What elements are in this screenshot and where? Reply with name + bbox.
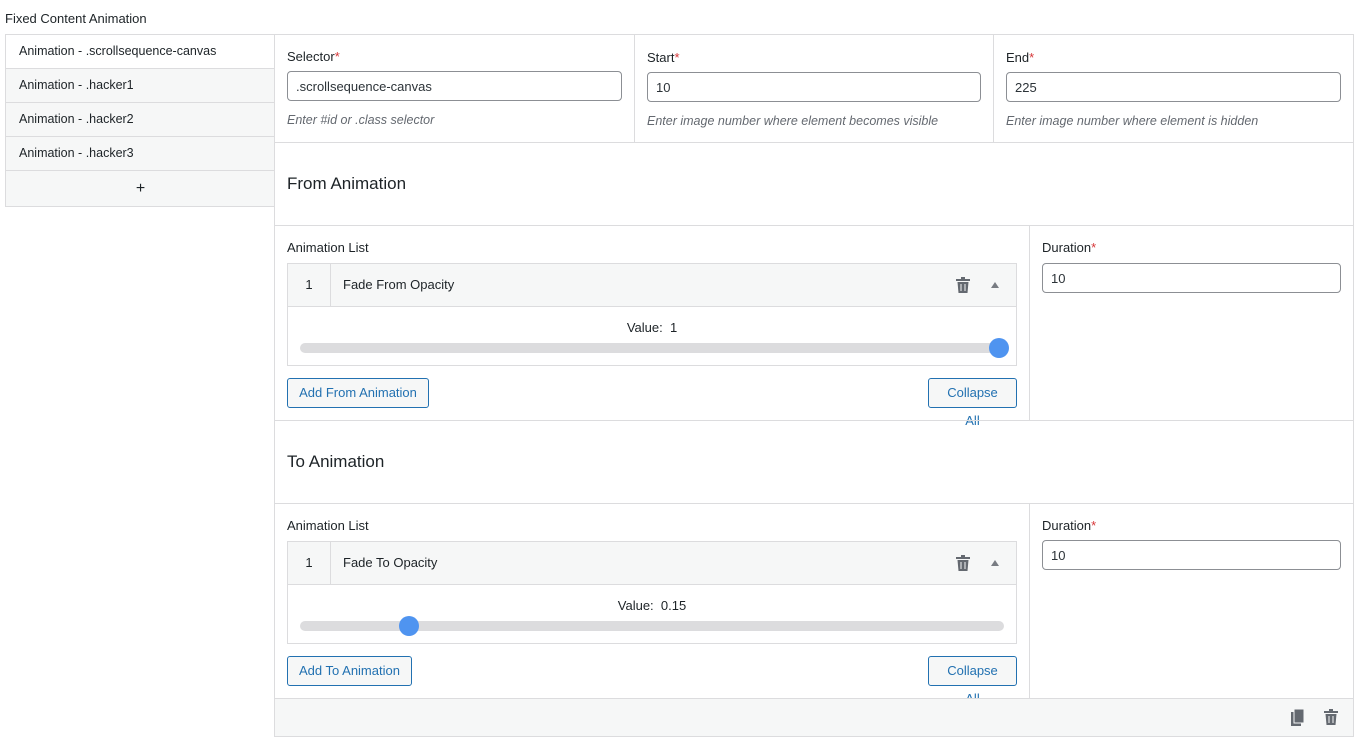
to-animation-item-header[interactable]: 1 Fade To Opacity — [288, 542, 1016, 585]
from-animation-item: 1 Fade From Opacity Value: 1 — [287, 263, 1017, 366]
add-to-animation-button[interactable]: Add To Animation — [287, 656, 412, 686]
from-duration-input[interactable] — [1042, 263, 1341, 293]
start-label: Start* — [647, 50, 680, 65]
to-animation-list-label: Animation List — [287, 518, 369, 533]
trash-icon[interactable] — [1324, 709, 1338, 725]
selector-label: Selector* — [287, 49, 340, 64]
start-input[interactable] — [647, 72, 981, 102]
to-value: 0.15 — [660, 598, 687, 613]
animation-tabs: Animation - .scrollsequence-canvas Anima… — [5, 34, 275, 207]
to-slider-thumb[interactable] — [399, 616, 420, 636]
to-animation-item: 1 Fade To Opacity Value: 0.15 — [287, 541, 1017, 644]
add-tab-button[interactable]: + — [6, 171, 275, 206]
caret-up-icon[interactable] — [991, 560, 999, 566]
from-animation-item-index: 1 — [288, 264, 331, 306]
end-input[interactable] — [1006, 72, 1341, 102]
end-hint: Enter image number where element is hidd… — [1006, 114, 1259, 128]
selector-input[interactable] — [287, 71, 622, 101]
to-animation-title: To Animation — [287, 452, 385, 471]
to-animation-item-index: 1 — [288, 542, 331, 584]
from-slider-track[interactable] — [300, 343, 1004, 353]
to-duration-label: Duration* — [1042, 518, 1097, 533]
from-duration-label: Duration* — [1042, 240, 1097, 255]
from-animation-item-name: Fade From Opacity — [343, 277, 455, 292]
from-value-display: Value: 1 — [626, 320, 678, 335]
to-duration-input[interactable] — [1042, 540, 1341, 570]
tab-scrollsequence-canvas[interactable]: Animation - .scrollsequence-canvas — [6, 35, 275, 69]
from-collapse-all-button[interactable]: Collapse All — [928, 378, 1017, 428]
from-animation-list-label: Animation List — [287, 240, 369, 255]
from-value: 1 — [669, 320, 678, 335]
trash-icon[interactable] — [956, 277, 970, 293]
caret-up-icon[interactable] — [991, 282, 999, 288]
from-slider-thumb[interactable] — [989, 338, 1009, 358]
trash-icon[interactable] — [956, 555, 970, 571]
start-hint: Enter image number where element becomes… — [647, 114, 939, 128]
selector-hint: Enter #id or .class selector — [287, 113, 435, 127]
from-animation-title: From Animation — [287, 174, 407, 193]
end-label: End* — [1006, 50, 1035, 65]
to-animation-item-name: Fade To Opacity — [343, 555, 438, 570]
to-value-display: Value: 0.15 — [617, 598, 687, 613]
copy-icon[interactable] — [1291, 709, 1306, 726]
page-title: Fixed Content Animation — [5, 11, 147, 26]
animation-panel: Selector* Enter #id or .class selector S… — [274, 34, 1354, 737]
from-animation-item-header[interactable]: 1 Fade From Opacity — [288, 264, 1016, 307]
tab-hacker2[interactable]: Animation - .hacker2 — [6, 103, 275, 137]
tab-hacker1[interactable]: Animation - .hacker1 — [6, 69, 275, 103]
tab-hacker3[interactable]: Animation - .hacker3 — [6, 137, 275, 171]
add-from-animation-button[interactable]: Add From Animation — [287, 378, 429, 408]
to-collapse-all-button[interactable]: Collapse All — [928, 656, 1017, 706]
panel-footer — [275, 698, 1353, 736]
